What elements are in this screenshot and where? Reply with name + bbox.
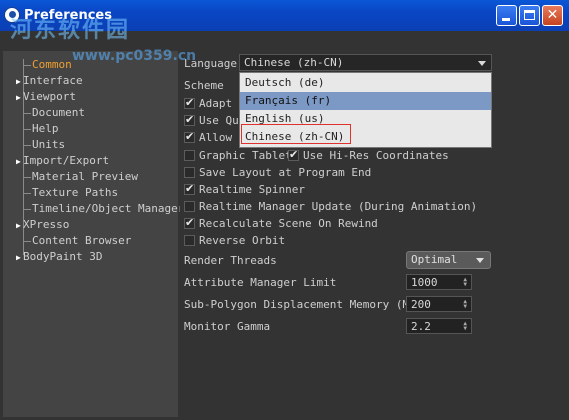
adapt-label: Adapt — [199, 97, 233, 110]
spinner-arrows-icon[interactable]: ▲ ▼ — [463, 277, 467, 288]
close-icon: ✕ — [546, 7, 559, 23]
spinner-arrows-icon[interactable]: ▲ ▼ — [463, 299, 467, 310]
sidebar-item-label: Interface — [23, 74, 83, 87]
minimize-icon — [502, 18, 510, 21]
tree-branch-line — [24, 112, 31, 114]
option-label: Save Layout at Program End — [199, 166, 372, 179]
sidebar-item[interactable]: Timeline/Object Manager — [24, 201, 184, 216]
sidebar-item[interactable]: Help — [24, 121, 59, 136]
chevron-down-icon — [476, 258, 484, 263]
sidebar-item[interactable]: Texture Paths — [24, 185, 118, 200]
category-tree: Common ▶ Interface ▶ Viewport Document Help Uni… — [3, 51, 184, 417]
subpoly-input[interactable]: 200 ▲ ▼ — [406, 296, 472, 312]
option-label: Reverse Orbit — [199, 234, 286, 247]
sidebar-item[interactable]: Content Browser — [24, 233, 131, 248]
sidebar-item-label: BodyPaint 3D — [23, 250, 103, 263]
sidebar-item[interactable]: Document — [24, 105, 85, 120]
sidebar-item-label: Texture Paths — [32, 186, 119, 199]
sidebar-item[interactable]: Units — [24, 137, 65, 152]
tree-branch-line — [24, 64, 31, 66]
sidebar-item-label: Content Browser — [32, 234, 132, 247]
hi-res-label: Use Hi-Res Coordinates — [303, 149, 449, 162]
chevron-down-icon — [478, 61, 486, 66]
sidebar-item[interactable]: ▶ XPresso — [16, 217, 69, 232]
option-checkbox[interactable] — [184, 182, 195, 195]
option-label: Realtime Spinner — [199, 183, 305, 196]
expand-arrow-icon[interactable]: ▶ — [16, 74, 23, 89]
expand-arrow-icon[interactable]: ▶ — [16, 90, 23, 105]
allow-checkbox[interactable] — [184, 130, 195, 143]
sidebar-item-label: Import/Export — [23, 154, 110, 167]
gamma-label: Monitor Gamma — [184, 320, 271, 333]
sidebar-item-label: Units — [32, 138, 66, 151]
scheme-label: Scheme — [184, 79, 224, 92]
use-qu-checkbox[interactable] — [184, 113, 195, 126]
option-checkbox[interactable] — [184, 201, 195, 212]
tree-branch-line — [24, 208, 31, 210]
sidebar-item-label: Document — [32, 106, 85, 119]
sidebar-item[interactable]: Common — [24, 57, 72, 72]
adapt-checkbox[interactable] — [184, 96, 195, 109]
tree-branch-line — [24, 144, 31, 146]
expand-arrow-icon[interactable]: ▶ — [16, 250, 23, 265]
hi-res-checkbox[interactable] — [288, 148, 299, 161]
graphic-tablet-checkbox[interactable] — [184, 150, 195, 161]
sidebar-item[interactable]: ▶ Import/Export — [16, 153, 109, 168]
close-button[interactable]: ✕ — [542, 5, 563, 26]
annotation-highlight-box — [241, 124, 351, 144]
gamma-input[interactable]: 2.2 ▲ ▼ — [406, 318, 472, 334]
sidebar-item[interactable]: ▶ Viewport — [16, 89, 76, 104]
sidebar-item-label: XPresso — [23, 218, 70, 231]
option-checkbox[interactable] — [184, 216, 195, 229]
attr-limit-value: 1000 — [411, 276, 438, 289]
language-dropdown[interactable]: Chinese (zh-CN) — [239, 54, 492, 71]
sidebar-item[interactable]: ▶ BodyPaint 3D — [16, 249, 102, 264]
expand-arrow-icon[interactable]: ▶ — [16, 154, 23, 169]
preferences-window: Preferences ✕ Common ▶ Interface ▶ Viewport D… — [0, 0, 569, 420]
watermark-text: 河东软件园 — [10, 18, 131, 43]
sidebar-item-label: Timeline/Object Manager — [32, 202, 185, 215]
maximize-icon — [524, 10, 535, 20]
render-threads-select[interactable]: Optimal — [406, 251, 491, 269]
render-threads-value: Optimal — [411, 253, 458, 266]
gamma-value: 2.2 — [411, 320, 431, 333]
language-option-de[interactable]: Deutsch (de) — [240, 74, 491, 92]
option-label: Realtime Manager Update (During Animatio… — [199, 200, 478, 213]
tree-branch-line — [24, 128, 31, 130]
tree-branch-line — [24, 176, 31, 178]
tree-branch-line — [24, 240, 31, 242]
attr-limit-input[interactable]: 1000 ▲ ▼ — [406, 274, 472, 290]
expand-arrow-icon[interactable]: ▶ — [16, 218, 23, 233]
sidebar-item-label: Common — [32, 58, 72, 71]
allow-label: Allow — [199, 131, 233, 144]
sidebar-item-label: Help — [32, 122, 59, 135]
subpoly-label: Sub-Polygon Displacement Memory (MB) — [184, 298, 423, 311]
option-checkbox[interactable] — [184, 235, 195, 246]
use-qu-label: Use Qu — [199, 114, 239, 127]
language-option-fr[interactable]: Français (fr) — [240, 92, 491, 110]
language-value: Chinese (zh-CN) — [244, 56, 344, 69]
subpoly-value: 200 — [411, 298, 431, 311]
sidebar-item[interactable]: ▶ Interface — [16, 73, 83, 88]
sidebar-item-label: Material Preview — [32, 170, 138, 183]
tree-branch-line — [24, 192, 31, 194]
render-threads-label: Render Threads — [184, 254, 277, 267]
minimize-button[interactable] — [496, 5, 517, 26]
watermark-url: www.pc0359.cn — [72, 48, 197, 64]
graphic-tablet-label: Graphic Tablet — [199, 149, 292, 162]
maximize-button[interactable] — [519, 5, 540, 26]
sidebar-item-label: Viewport — [23, 90, 76, 103]
attr-limit-label: Attribute Manager Limit — [184, 276, 337, 289]
spinner-arrows-icon[interactable]: ▲ ▼ — [463, 321, 467, 332]
sidebar-item[interactable]: Material Preview — [24, 169, 138, 184]
option-checkbox[interactable] — [184, 167, 195, 178]
option-label: Recalculate Scene On Rewind — [199, 217, 378, 230]
